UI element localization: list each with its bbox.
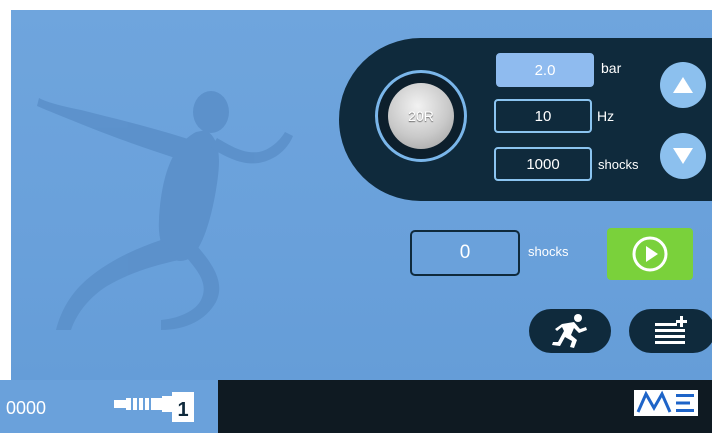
runner-illustration [37, 91, 293, 330]
total-shot-count: 0000 [6, 398, 47, 418]
start-button[interactable] [607, 228, 693, 280]
indications-button[interactable] [529, 309, 611, 353]
protocols-button[interactable] [629, 309, 712, 353]
parameter-panel: 20R 2.0 bar 10 Hz 1000 shocks [339, 38, 712, 201]
play-icon [632, 236, 668, 272]
frequency-field[interactable]: 10 [494, 99, 592, 133]
list-add-icon [655, 316, 687, 344]
frequency-unit: Hz [597, 108, 615, 124]
pressure-value: 2.0 [534, 61, 556, 79]
increase-button[interactable] [660, 62, 706, 108]
frequency-value: 10 [534, 107, 552, 125]
runner-icon [552, 314, 587, 348]
triangle-up-icon [673, 77, 693, 93]
shocks-unit: shocks [598, 157, 639, 172]
status-left-panel: 0000 1 [0, 380, 218, 433]
shocks-field[interactable]: 1000 [494, 147, 592, 181]
shock-counter: 0 [410, 230, 520, 276]
device-frame: 20R 2.0 bar 10 Hz 1000 shocks 0 shocks 0… [0, 0, 712, 433]
handpiece-slot-number: 1 [177, 399, 188, 421]
status-bar: 0000 1 [0, 380, 712, 433]
decrease-button[interactable] [660, 133, 706, 179]
me-logo [634, 390, 698, 416]
shocks-value: 1000 [526, 155, 560, 173]
touch-screen: 20R 2.0 bar 10 Hz 1000 shocks 0 shocks [11, 10, 712, 380]
shock-counter-value: 0 [459, 242, 471, 263]
applicator-dial-ring: 20R [375, 70, 467, 162]
shock-counter-unit: shocks [528, 244, 569, 259]
applicator-label: 20R [408, 108, 434, 124]
triangle-down-icon [673, 148, 693, 164]
pressure-field[interactable]: 2.0 [496, 53, 594, 87]
handpiece-icon: 1 [114, 392, 194, 422]
applicator-dial[interactable]: 20R [388, 83, 454, 149]
pressure-unit: bar [601, 60, 622, 76]
